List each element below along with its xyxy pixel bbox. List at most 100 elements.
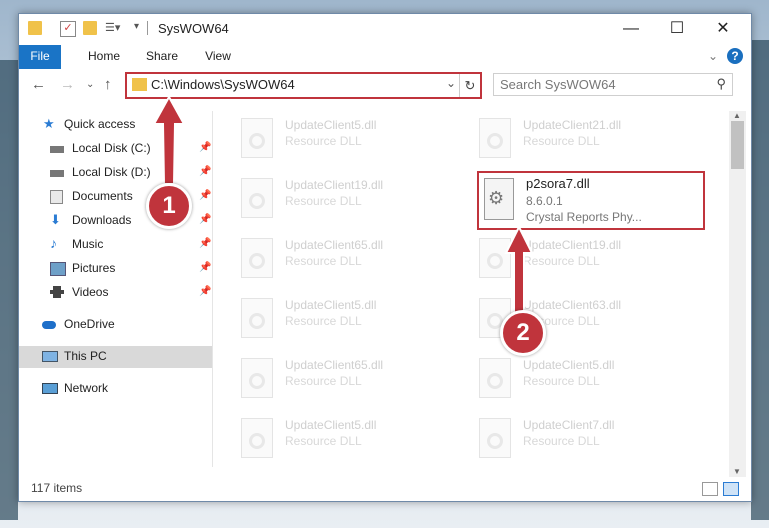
file-icon [241,178,273,218]
list-item[interactable]: UpdateClient5.dll Resource DLL [213,292,423,342]
pin-icon: 📌 [199,262,212,273]
music-icon: ♪ [50,235,57,251]
list-item[interactable]: UpdateClient65.dll Resource DLL [213,352,423,402]
folder-icon [132,78,147,91]
scroll-thumb[interactable] [731,121,744,169]
explorer-window: ✓ ☰▾ ▾ SysWOW64 — ☐ ✕ File Home Share Vi… [18,13,752,502]
star-icon: ★ [43,116,55,131]
search-box[interactable]: Search SysWOW64 ⚲ [493,73,733,96]
file-name: UpdateClient63.dll [523,298,622,312]
address-dropdown-icon[interactable]: ⌄ [446,76,456,90]
folder-icon [28,21,42,35]
computer-icon [42,351,58,362]
sidebar-item-pictures[interactable]: Pictures 📌 [19,258,212,280]
tab-view[interactable]: View [195,45,241,68]
file-name: UpdateClient5.dll [285,118,377,132]
help-icon[interactable]: ? [727,48,743,64]
close-button[interactable]: ✕ [700,14,746,44]
sidebar-item-onedrive[interactable]: OneDrive [19,314,212,336]
search-input[interactable]: Search SysWOW64 [500,77,616,92]
pin-icon: 📌 [199,166,212,177]
drive-icon [50,146,64,153]
title-separator [147,21,148,35]
navigation-pane: ★ Quick access Local Disk (C:) 📌 Local D… [19,111,212,467]
address-bar[interactable]: C:\Windows\SysWOW64 ⌄ ↻ [125,72,482,99]
title-bar: ✓ ☰▾ ▾ SysWOW64 — ☐ ✕ [19,14,751,45]
address-path[interactable]: C:\Windows\SysWOW64 [151,77,295,92]
list-item[interactable]: UpdateClient5.dll Resource DLL [451,352,661,402]
large-icons-view-icon[interactable] [723,482,739,496]
status-bar: 117 items [19,477,751,501]
recent-locations-icon[interactable]: ⌄ [86,79,94,90]
list-item[interactable]: UpdateClient5.dll Resource DLL [213,112,423,162]
sidebar-item-label: Quick access [64,117,136,131]
back-arrow-icon[interactable]: ← [31,76,46,93]
vertical-scrollbar[interactable]: ▲ ▼ [729,111,746,477]
sidebar-item-label: Network [64,381,109,395]
network-icon [42,383,58,394]
sidebar-item-label: Local Disk (D:) [72,165,151,179]
ribbon-tabs: File Home Share View ⌄ ? [19,45,751,95]
scroll-down-icon[interactable]: ▼ [733,467,741,476]
expand-ribbon-icon[interactable]: ⌄ [703,45,723,68]
sidebar-item-label: OneDrive [64,317,115,331]
sidebar-item-this-pc[interactable]: This PC [19,346,212,368]
sidebar-item-local-disk-c[interactable]: Local Disk (C:) 📌 [19,138,212,160]
sidebar-item-network[interactable]: Network [19,378,212,400]
file-icon [479,358,511,398]
navigation-bar: ← → ⌄ ↑ C:\Windows\SysWOW64 ⌄ ↻ Search S… [19,69,751,101]
sidebar-item-label: Music [72,237,104,251]
file-icon [479,418,511,458]
file-type: Resource DLL [285,194,362,208]
pictures-icon [50,262,66,276]
refresh-icon[interactable]: ↻ [459,74,480,97]
file-list: UpdateClient5.dll Resource DLL UpdateClie… [213,104,729,474]
file-icon [241,298,273,338]
drive-icon [50,170,64,177]
file-name: UpdateClient5.dll [285,298,377,312]
file-name: UpdateClient5.dll [523,358,615,372]
up-arrow-icon[interactable]: ↑ [104,76,112,93]
list-item[interactable]: UpdateClient21.dll Resource DLL [451,112,661,162]
download-icon: ⬇ [50,212,61,227]
file-icon [241,358,273,398]
customize-toolbar-icon[interactable]: ☰▾ [105,21,120,35]
sidebar-item-label: Pictures [72,261,116,275]
sidebar-item-label: Local Disk (C:) [72,141,151,155]
file-description: Crystal Reports Phy... [526,210,642,224]
sidebar-item-music[interactable]: ♪ Music 📌 [19,234,212,256]
list-item[interactable]: UpdateClient63.dll Resource DLL [451,292,661,342]
scroll-up-icon[interactable]: ▲ [733,111,741,120]
file-name: p2sora7.dll [526,176,590,191]
search-icon[interactable]: ⚲ [716,76,726,92]
list-item[interactable]: UpdateClient5.dll Resource DLL [213,412,423,462]
file-icon [241,238,273,278]
sidebar-item-videos[interactable]: Videos 📌 [19,282,212,304]
file-type: Resource DLL [285,134,362,148]
sidebar-item-label: Videos [72,285,109,299]
file-type: Resource DLL [285,254,362,268]
tab-share[interactable]: Share [139,45,185,68]
list-item[interactable]: UpdateClient7.dll Resource DLL [451,412,661,462]
sidebar-item-quick-access[interactable]: ★ Quick access [19,114,212,136]
wallpaper-tree-left [0,60,18,520]
quick-access-dropdown-icon[interactable]: ▾ [134,21,148,35]
step-1-badge: 1 [146,183,192,229]
highlighted-file-p2sora7[interactable]: p2sora7.dll 8.6.0.1 Crystal Reports Phy.… [477,171,705,230]
sidebar-item-local-disk-d[interactable]: Local Disk (D:) 📌 [19,162,212,184]
file-type: Resource DLL [523,134,600,148]
list-item[interactable]: UpdateClient19.dll Resource DLL [451,232,661,282]
videos-icon [50,286,64,298]
maximize-button[interactable]: ☐ [654,14,700,44]
file-icon [479,238,511,278]
file-type: Resource DLL [285,374,362,388]
file-icon [241,418,273,458]
forward-arrow-icon[interactable]: → [60,76,75,93]
new-folder-icon[interactable] [83,21,97,35]
list-item[interactable]: UpdateClient65.dll Resource DLL [213,232,423,282]
tab-home[interactable]: Home [81,45,127,68]
details-view-icon[interactable] [702,482,718,496]
list-item[interactable]: UpdateClient19.dll Resource DLL [213,172,423,222]
minimize-button[interactable]: — [608,14,654,44]
properties-icon[interactable]: ✓ [60,21,76,37]
